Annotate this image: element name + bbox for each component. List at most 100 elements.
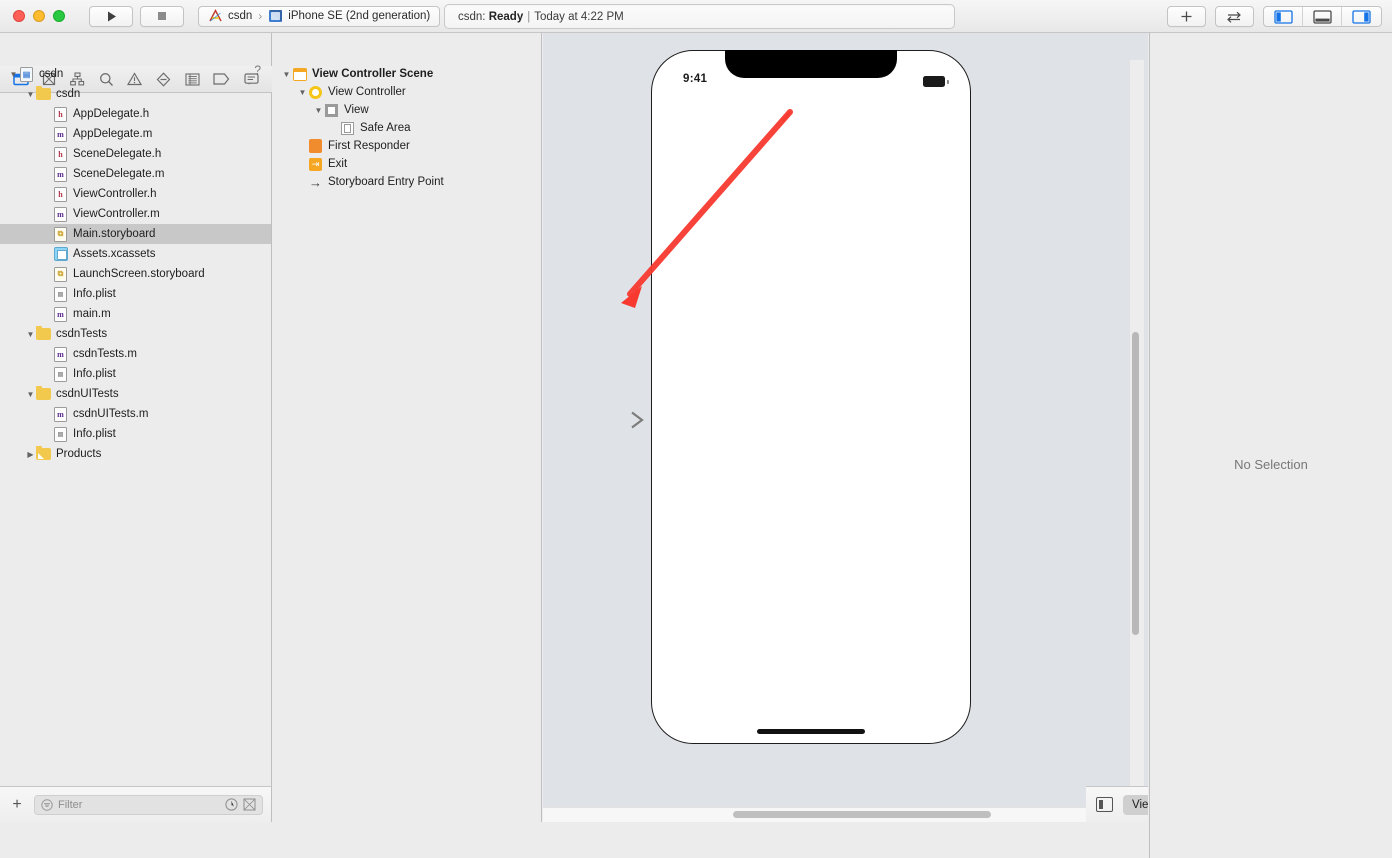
file-tree-label: LaunchScreen.storyboard xyxy=(73,268,205,280)
status-state-label: Ready xyxy=(489,11,524,23)
storyboard-canvas[interactable]: 9:41 xyxy=(543,60,1148,822)
run-button[interactable] xyxy=(89,6,133,27)
outline-view-icon xyxy=(324,103,339,118)
toggle-document-outline-icon[interactable] xyxy=(1096,797,1113,812)
disclosure-triangle-icon[interactable]: ▼ xyxy=(25,330,36,339)
toggle-debug-area-button[interactable] xyxy=(1303,7,1342,26)
close-button[interactable] xyxy=(13,10,25,22)
objc-file-icon: m xyxy=(53,407,68,422)
swap-editor-button[interactable] xyxy=(1215,6,1254,27)
scheme-project-label: csdn xyxy=(228,10,252,22)
toggle-navigator-button[interactable] xyxy=(1264,7,1303,26)
outline-row-label: View Controller Scene xyxy=(312,68,433,80)
add-button[interactable] xyxy=(1167,6,1206,27)
file-tree-row[interactable]: ▤Info.plist xyxy=(0,424,271,444)
outline-row-label: View Controller xyxy=(328,86,406,98)
navigator-filter-field[interactable]: Filter xyxy=(34,795,263,815)
stop-icon xyxy=(156,10,168,22)
activity-status-bar[interactable]: csdn: Ready | Today at 4:22 PM xyxy=(444,4,955,29)
file-tree-row[interactable]: mcsdnTests.m xyxy=(0,344,271,364)
disclosure-triangle-icon[interactable]: ▼ xyxy=(281,70,292,79)
storyboard-file-icon: ⧉ xyxy=(53,267,68,282)
file-tree-row[interactable]: ▤ Info.plist xyxy=(0,284,271,304)
header-file-icon: h xyxy=(53,107,68,122)
source-control-filter-icon[interactable] xyxy=(243,798,256,811)
disclosure-triangle-icon[interactable]: ▼ xyxy=(313,106,324,115)
plist-file-icon: ▤ xyxy=(53,287,68,302)
file-tree-row[interactable]: Assets.xcassets xyxy=(0,244,271,264)
disclosure-triangle-icon[interactable]: ▼ xyxy=(25,390,36,399)
inspector-pane: ? No Selection xyxy=(1149,33,1392,858)
file-tree-row[interactable]: mSceneDelegate.m xyxy=(0,164,271,184)
file-tree-row[interactable]: ▼csdn xyxy=(0,84,271,104)
file-tree-row[interactable]: h AppDelegate.h xyxy=(0,104,271,124)
file-tree-row[interactable]: ⧉Main.storyboard xyxy=(0,224,271,244)
outline-row-label: Safe Area xyxy=(360,122,411,134)
file-tree-row[interactable]: ▼csdnUITests xyxy=(0,384,271,404)
file-tree-row[interactable]: ▶ Products xyxy=(0,444,271,464)
outline-row[interactable]: ▼ View Controller xyxy=(273,83,541,101)
view-controller-device-frame[interactable]: 9:41 xyxy=(651,50,971,744)
file-tree-label: Info.plist xyxy=(73,368,116,380)
file-tree-row[interactable]: hSceneDelegate.h xyxy=(0,144,271,164)
outline-view-controller-icon xyxy=(308,85,323,100)
folder-icon xyxy=(36,327,51,342)
file-tree-row[interactable]: hViewController.h xyxy=(0,184,271,204)
plist-file-icon: ▤ xyxy=(53,367,68,382)
disclosure-triangle-icon[interactable]: ▶ xyxy=(25,450,36,459)
storyboard-file-icon: ⧉ xyxy=(53,227,68,242)
zoom-button[interactable] xyxy=(53,10,65,22)
outline-item-list[interactable]: ▼ View Controller Scene ▼ View Controller ▼ V… xyxy=(273,60,541,793)
outline-row-label: View xyxy=(344,104,369,116)
status-time-label: Today at 4:22 PM xyxy=(534,11,624,23)
file-tree-label: Info.plist xyxy=(73,428,116,440)
add-file-button[interactable]: + xyxy=(8,796,26,814)
device-home-indicator xyxy=(757,729,865,734)
file-tree-row[interactable]: ▼▤csdn xyxy=(0,64,271,84)
outline-row[interactable]: ▼ View xyxy=(273,101,541,119)
disclosure-triangle-icon[interactable]: ▼ xyxy=(297,88,308,97)
products-folder-icon xyxy=(36,447,51,462)
minimize-button[interactable] xyxy=(33,10,45,22)
project-file-tree[interactable]: ▼▤csdn▼csdnhAppDelegate.hmAppDelegate.mh… xyxy=(0,60,271,793)
run-stop-group xyxy=(89,6,184,27)
disclosure-triangle-icon[interactable]: ▼ xyxy=(8,70,19,79)
file-tree-label: ViewController.m xyxy=(73,208,160,220)
file-tree-label: Info.plist xyxy=(73,288,116,300)
stop-button[interactable] xyxy=(140,6,184,27)
file-tree-label: SceneDelegate.h xyxy=(73,148,161,160)
file-tree-row[interactable]: ▼csdnTests xyxy=(0,324,271,344)
file-tree-label: Products xyxy=(56,448,101,460)
bottom-panel-icon xyxy=(1313,10,1332,24)
canvas-vertical-scrollbar[interactable] xyxy=(1132,332,1139,635)
view-as-button[interactable]: View as: iPhone 11 (wC hR) xyxy=(1123,795,1148,815)
main-toolbar: csdn › iPhone SE (2nd generation) csdn: … xyxy=(0,0,1392,33)
file-tree-label: AppDelegate.h xyxy=(73,108,149,120)
window-controls xyxy=(0,10,65,22)
disclosure-triangle-icon[interactable]: ▼ xyxy=(25,90,36,99)
project-file-icon: ▤ xyxy=(19,67,34,82)
left-panel-icon xyxy=(1274,10,1293,24)
canvas-horizontal-scrollbar[interactable] xyxy=(733,811,991,818)
outline-row[interactable]: ▼ View Controller Scene xyxy=(273,65,541,83)
scheme-separator: › xyxy=(258,9,262,23)
file-tree-row[interactable]: ⧉ LaunchScreen.storyboard xyxy=(0,264,271,284)
outline-row[interactable]: ⇥Exit xyxy=(273,155,541,173)
file-tree-label: ViewController.h xyxy=(73,188,157,200)
file-tree-row[interactable]: mcsdnUITests.m xyxy=(0,404,271,424)
file-tree-row[interactable]: mViewController.m xyxy=(0,204,271,224)
outline-row[interactable]: Safe Area xyxy=(273,119,541,137)
canvas-bottom-bar: View as: iPhone 11 (wC hR) − 77% + xyxy=(1086,786,1148,822)
interface-builder-canvas-pane: 9:41 View as: xyxy=(543,33,1148,822)
outline-row[interactable]: First Responder xyxy=(273,137,541,155)
file-tree-row[interactable]: mmain.m xyxy=(0,304,271,324)
outline-row[interactable]: →Storyboard Entry Point xyxy=(273,173,541,191)
file-tree-row[interactable]: ▤ Info.plist xyxy=(0,364,271,384)
toggle-inspector-button[interactable] xyxy=(1342,7,1381,26)
objc-file-icon: m xyxy=(53,167,68,182)
outline-exit-icon: ⇥ xyxy=(308,157,323,172)
scheme-selector[interactable]: csdn › iPhone SE (2nd generation) xyxy=(198,6,440,27)
plus-icon xyxy=(1179,9,1194,24)
recent-files-icon[interactable] xyxy=(225,798,238,811)
file-tree-row[interactable]: mAppDelegate.m xyxy=(0,124,271,144)
